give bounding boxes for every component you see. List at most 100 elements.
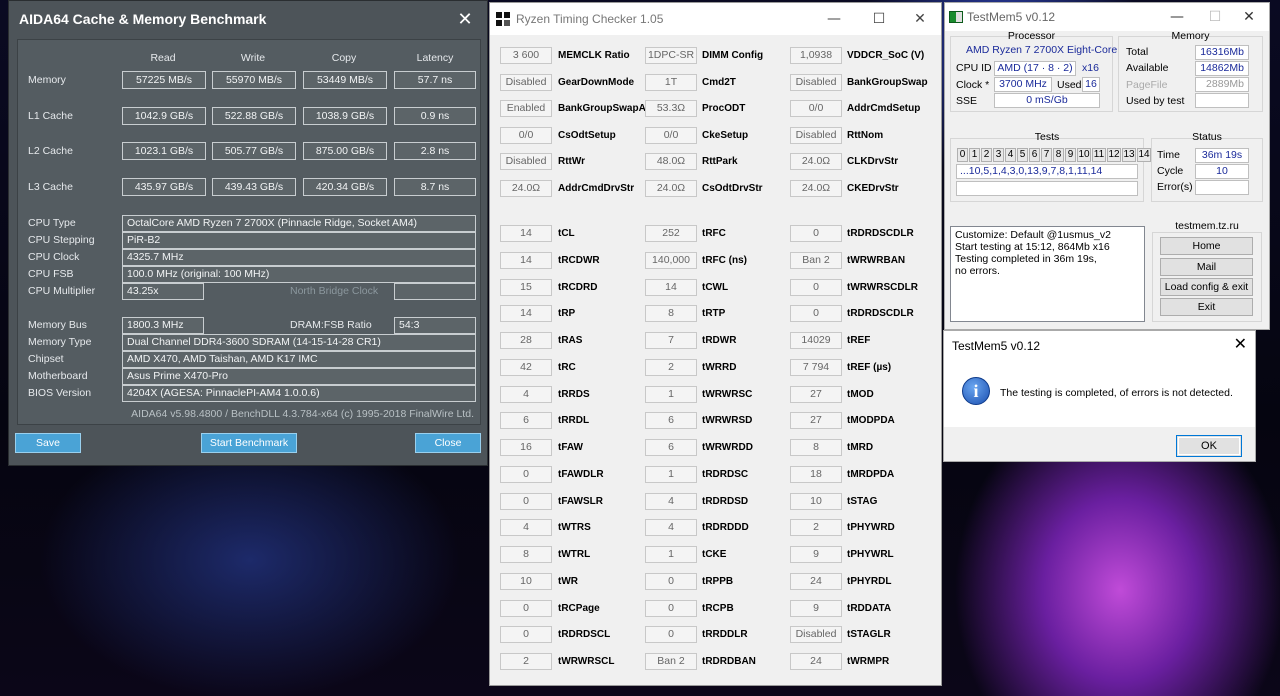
test-cell: 12 — [1107, 148, 1121, 162]
chipset-value: AMD X470, AMD Taishan, AMD K17 IMC — [122, 351, 476, 368]
timing-value: 140,000 — [645, 252, 697, 269]
test-cell: 10 — [1077, 148, 1091, 162]
timing-value: 0/0 — [645, 127, 697, 144]
timing-value: 16 — [500, 439, 552, 456]
timing-value: Disabled — [790, 626, 842, 643]
timing-value: 6 — [645, 439, 697, 456]
timing-label: CkeSetup — [702, 130, 749, 141]
close-icon[interactable]: ✕ — [898, 3, 942, 35]
timing-label: tRFC — [702, 228, 726, 239]
timing-value: 27 — [790, 412, 842, 429]
cpu-clock-value: 4325.7 MHz — [122, 249, 476, 266]
timing-label: tWRWRSCDLR — [847, 282, 918, 293]
test-cell: 14 — [1137, 148, 1151, 162]
memory-copy: 53449 MB/s — [303, 71, 387, 89]
aida64-window: AIDA64 Cache & Memory Benchmark ✕ Read W… — [8, 0, 488, 466]
bios-value: 4204X (AGESA: PinnaclePI-AM4 1.0.0.6) — [122, 385, 476, 402]
tm5-close-icon[interactable]: ✕ — [1227, 3, 1271, 31]
memory-type-value: Dual Channel DDR4-3600 SDRAM (14-15-14-2… — [122, 334, 476, 351]
timing-value: 0/0 — [500, 127, 552, 144]
test-log: Customize: Default @1usmus_v2 Start test… — [950, 226, 1145, 322]
used-by-test-value — [1195, 93, 1249, 108]
used-by-test-label: Used by test — [1126, 95, 1185, 107]
test-cell: 1 — [969, 148, 980, 162]
timing-value: 24.0Ω — [790, 153, 842, 170]
exit-button[interactable]: Exit — [1160, 298, 1253, 316]
timing-value: 18 — [790, 466, 842, 483]
timing-value: 0 — [500, 493, 552, 510]
maximize-icon[interactable]: ☐ — [857, 3, 901, 35]
timing-value: 24 — [790, 573, 842, 590]
rtc-title: Ryzen Timing Checker 1.05 — [516, 12, 664, 26]
l2-write: 505.77 GB/s — [212, 142, 296, 160]
timing-value: 1T — [645, 74, 697, 91]
test-cell: 3 — [993, 148, 1004, 162]
timing-value: 42 — [500, 359, 552, 376]
log-line: Start testing at 15:12, 864Mb x16 — [955, 241, 1110, 253]
timing-label: RttNom — [847, 130, 884, 141]
test-cell: 9 — [1065, 148, 1076, 162]
aida64-close-icon[interactable]: ✕ — [453, 9, 477, 30]
pagefile-label: PageFile — [1126, 79, 1168, 91]
home-button[interactable]: Home — [1160, 237, 1253, 255]
ryzen-timing-checker-window: Ryzen Timing Checker 1.05 — ☐ ✕ 3 600 MEM… — [489, 2, 942, 686]
cpu-name: AMD Ryzen 7 2700X Eight-Core — [966, 44, 1118, 56]
clock-label: Clock * — [956, 79, 990, 91]
test-cell: 4 — [1005, 148, 1016, 162]
aida64-results-panel: Read Write Copy Latency Memory 57225 MB/… — [17, 39, 481, 425]
site-link[interactable]: testmem.tz.ru — [1152, 220, 1262, 232]
tm5-app-icon — [949, 11, 963, 23]
timing-label: tRRDS — [558, 389, 590, 400]
minimize-icon[interactable]: — — [812, 3, 856, 35]
cpu-type-value: OctalCore AMD Ryzen 7 2700X (Pinnacle Ri… — [122, 215, 476, 232]
timing-label: CsOdtDrvStr — [702, 183, 763, 194]
motherboard-label: Motherboard — [28, 370, 88, 382]
timing-label: tREF (µs) — [847, 362, 892, 373]
timing-label: AddrCmdSetup — [847, 103, 921, 114]
cpu-fsb-label: CPU FSB — [28, 268, 74, 280]
l1-write: 522.88 GB/s — [212, 107, 296, 125]
timing-value: 6 — [500, 412, 552, 429]
timing-label: MEMCLK Ratio — [558, 50, 630, 61]
mail-button[interactable]: Mail — [1160, 258, 1253, 276]
memory-type-label: Memory Type — [28, 336, 92, 348]
start-benchmark-button[interactable]: Start Benchmark — [201, 433, 297, 453]
test-cell: 0 — [957, 148, 968, 162]
ok-button[interactable]: OK — [1176, 435, 1242, 457]
log-line: no errors. — [955, 265, 1000, 277]
l2-latency: 2.8 ns — [394, 142, 476, 160]
timing-label: tWRMPR — [847, 656, 890, 667]
timing-value: 0 — [500, 466, 552, 483]
timing-label: CLKDrvStr — [847, 156, 899, 167]
timing-label: BankGroupSwapAlt — [558, 103, 652, 114]
rtc-titlebar: Ryzen Timing Checker 1.05 — ☐ ✕ — [490, 3, 941, 35]
dialog-close-icon[interactable]: ✕ — [1234, 334, 1247, 353]
memory-bus-label: Memory Bus — [28, 319, 87, 331]
timing-label: tRDRDBAN — [702, 656, 756, 667]
save-button[interactable]: Save — [15, 433, 81, 453]
chipset-label: Chipset — [28, 353, 64, 365]
cpu-id-label: CPU ID — [956, 62, 992, 74]
timing-label: RttWr — [558, 156, 586, 167]
memory-write: 55970 MB/s — [212, 71, 296, 89]
timing-value: 24 — [790, 653, 842, 670]
timing-value: 7 794 — [790, 359, 842, 376]
timing-value: Ban 2 — [645, 653, 697, 670]
timing-value: Enabled — [500, 100, 552, 117]
timing-value: 15 — [500, 279, 552, 296]
timing-value: 6 — [645, 412, 697, 429]
timing-label: tWRWRSCL — [558, 656, 615, 667]
timing-label: tFAWSLR — [558, 496, 603, 507]
close-button[interactable]: Close — [415, 433, 481, 453]
timing-value: 0 — [645, 573, 697, 590]
timing-label: RttPark — [702, 156, 738, 167]
test-cell: 5 — [1017, 148, 1028, 162]
timing-label: tRRDL — [558, 415, 590, 426]
load-config-exit-button[interactable]: Load config & exit — [1160, 278, 1253, 296]
l1-latency: 0.9 ns — [394, 107, 476, 125]
motherboard-value: Asus Prime X470-Pro — [122, 368, 476, 385]
timing-label: tRCPB — [702, 603, 734, 614]
timing-label: tWTRL — [558, 549, 591, 560]
north-bridge-clock-value — [394, 283, 476, 300]
log-line: Testing completed in 36m 19s, — [955, 253, 1097, 265]
